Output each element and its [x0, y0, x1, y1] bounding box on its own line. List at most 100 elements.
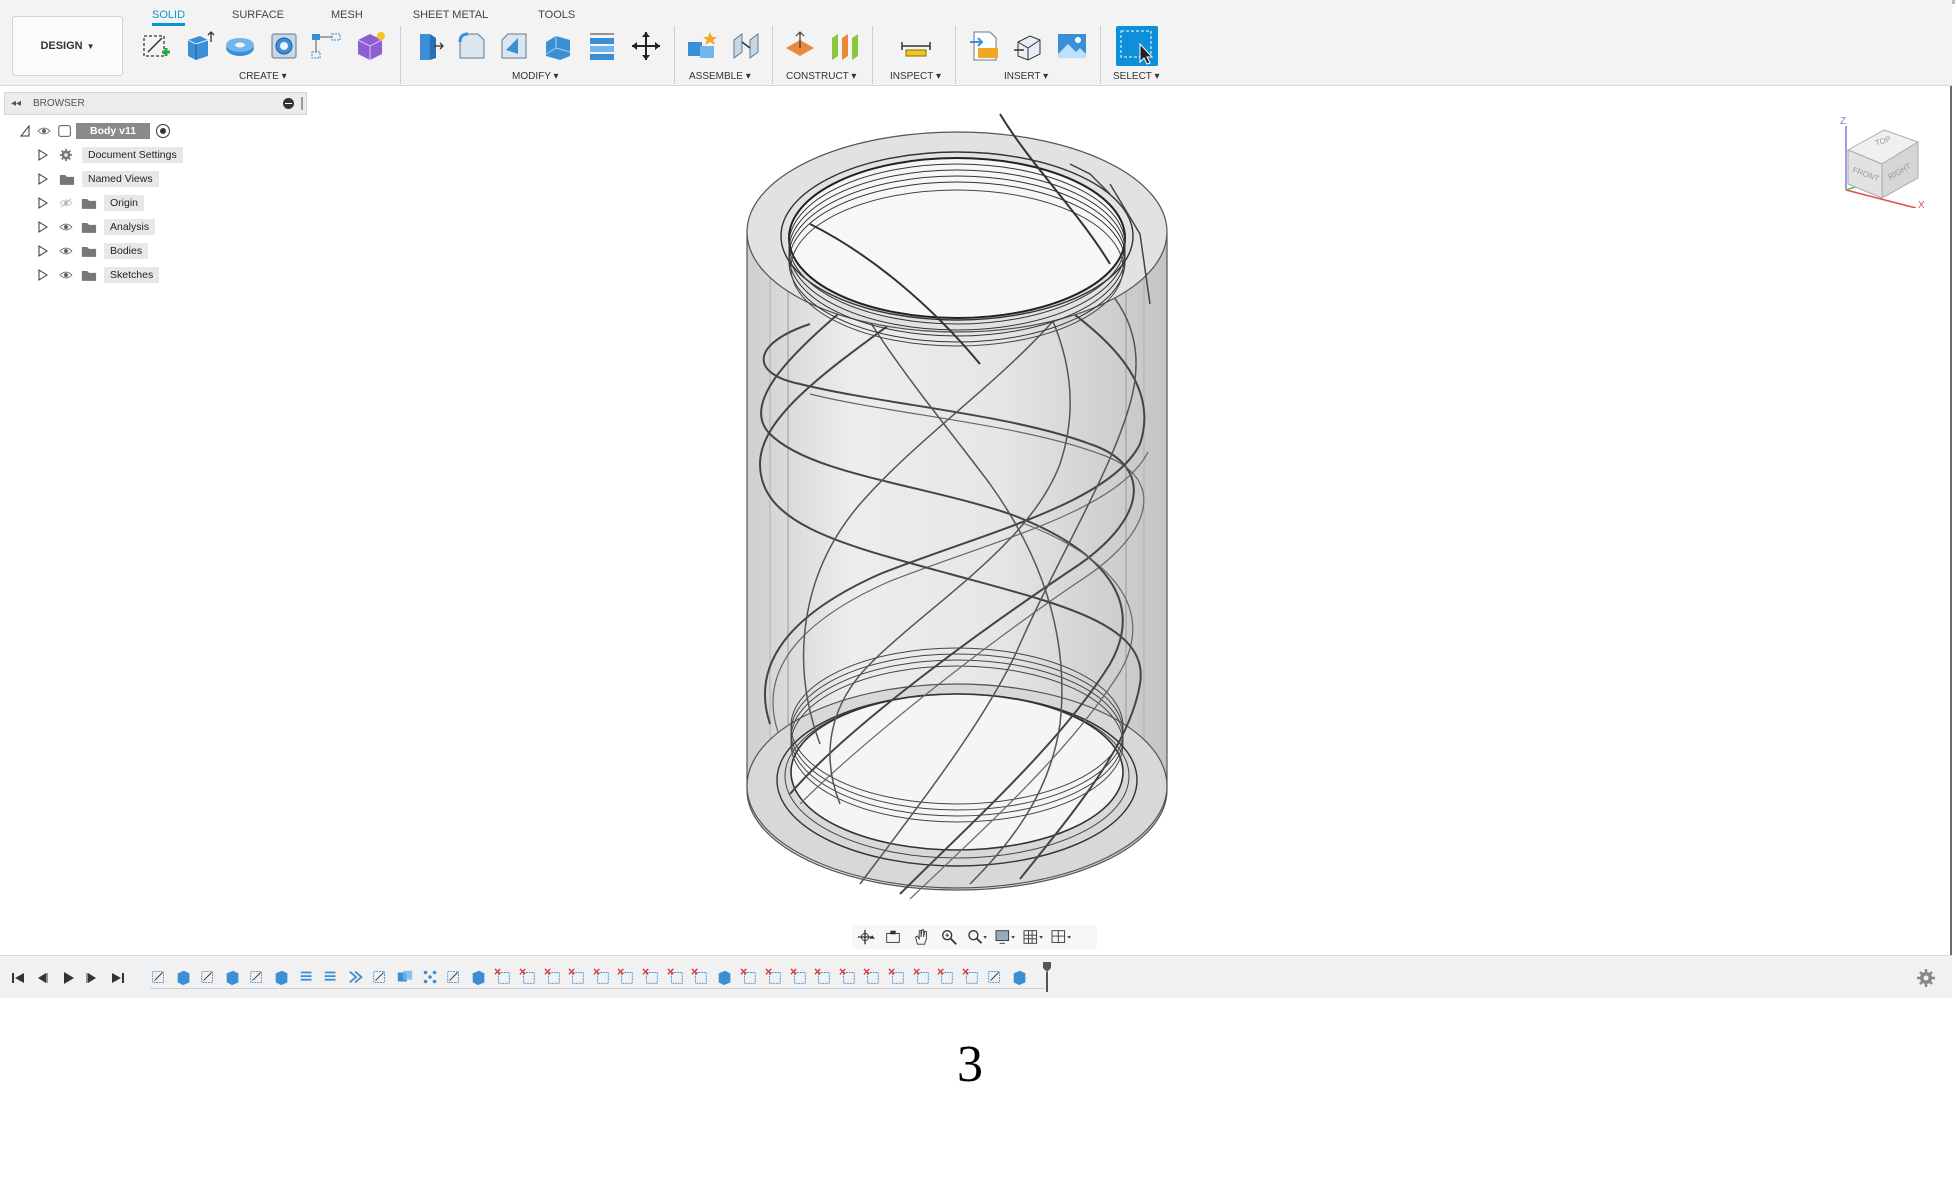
timeline-settings-gear-icon[interactable]: [1916, 968, 1936, 988]
timeline-feature-combine-icon[interactable]: [396, 968, 416, 988]
timeline-feature-sketchx-icon[interactable]: [593, 968, 613, 988]
timeline-track[interactable]: [150, 967, 1045, 989]
timeline-feature-coil-icon[interactable]: [298, 968, 318, 988]
workspace-switcher-button[interactable]: DESIGN ▼: [12, 16, 123, 76]
timeline-feature-sketchx-icon[interactable]: [863, 968, 883, 988]
timeline-feature-sketch-icon[interactable]: [248, 968, 268, 988]
joint-button[interactable]: [728, 28, 764, 64]
visibility-eye-icon[interactable]: [58, 268, 74, 282]
browser-item-bodies[interactable]: Bodies: [36, 242, 149, 260]
expand-triangle-icon[interactable]: [36, 244, 50, 258]
new-component-button[interactable]: [684, 28, 720, 64]
timeline-feature-sketchx-icon[interactable]: [839, 968, 859, 988]
select-button[interactable]: [1116, 26, 1158, 66]
canvas-button[interactable]: [1054, 28, 1090, 64]
step-forward-icon[interactable]: [84, 970, 100, 986]
timeline-feature-sketch-icon[interactable]: [150, 968, 170, 988]
timeline-feature-sketchx-icon[interactable]: [691, 968, 711, 988]
zoom-icon[interactable]: [936, 926, 962, 948]
create-sketch-button[interactable]: [138, 28, 174, 64]
timeline-feature-sketch-icon[interactable]: [986, 968, 1006, 988]
timeline-feature-sketch-icon[interactable]: [371, 968, 391, 988]
tab-tools[interactable]: TOOLS: [538, 6, 575, 26]
timeline-feature-sketchx-icon[interactable]: [888, 968, 908, 988]
pan-hand-icon[interactable]: [908, 926, 934, 948]
viewcube[interactable]: TOP FRONT RIGHT Z X: [1836, 108, 1936, 211]
tab-mesh[interactable]: MESH: [331, 6, 363, 26]
root-document-label[interactable]: Body v11: [76, 123, 151, 139]
expand-triangle-icon[interactable]: [36, 196, 50, 210]
timeline-feature-sketchx-icon[interactable]: [544, 968, 564, 988]
construct-menu[interactable]: CONSTRUCT ▾: [786, 71, 856, 82]
step-back-icon[interactable]: [34, 970, 50, 986]
shell-button[interactable]: [540, 28, 576, 64]
collapse-panel-icon[interactable]: ◂◂: [11, 98, 25, 109]
expand-triangle-icon[interactable]: [36, 220, 50, 234]
modify-menu[interactable]: MODIFY ▾: [512, 71, 559, 82]
timeline-feature-extrude-icon[interactable]: [1011, 968, 1031, 988]
tab-surface[interactable]: SURFACE: [232, 6, 284, 26]
offset-plane-button[interactable]: [782, 28, 818, 64]
timeline-feature-extrude-icon[interactable]: [470, 968, 490, 988]
timeline-feature-extrude-icon[interactable]: [175, 968, 195, 988]
timeline-feature-sketchx-icon[interactable]: [519, 968, 539, 988]
timeline-feature-extrude-icon[interactable]: [273, 968, 293, 988]
browser-root-item[interactable]: Body v11: [18, 122, 171, 140]
pattern-button[interactable]: [308, 28, 344, 64]
display-settings-icon[interactable]: [992, 926, 1018, 948]
browser-item-document-settings[interactable]: Document Settings: [36, 146, 183, 164]
timeline-feature-pattern-icon[interactable]: [421, 968, 441, 988]
timeline-marker-handle[interactable]: [1043, 962, 1051, 992]
timeline-feature-sketchx-icon[interactable]: [617, 968, 637, 988]
expand-triangle-icon[interactable]: [36, 148, 50, 162]
hole-button[interactable]: [266, 28, 302, 64]
chamfer-button[interactable]: [496, 28, 532, 64]
minimize-panel-button[interactable]: [283, 98, 294, 109]
orbit-icon[interactable]: [852, 926, 878, 948]
split-body-button[interactable]: [584, 28, 620, 64]
insert-mesh-button[interactable]: [1010, 28, 1046, 64]
collapse-triangle-icon[interactable]: [18, 124, 32, 138]
timeline-feature-sketchx-icon[interactable]: [642, 968, 662, 988]
timeline-feature-sketchx-icon[interactable]: [765, 968, 785, 988]
timeline-feature-move-icon[interactable]: [347, 968, 367, 988]
grid-settings-icon[interactable]: [1020, 926, 1046, 948]
browser-item-named-views[interactable]: Named Views: [36, 170, 159, 188]
move-copy-button[interactable]: [628, 28, 664, 64]
inspect-menu[interactable]: INSPECT ▾: [890, 71, 941, 82]
insert-menu[interactable]: INSERT ▾: [1004, 71, 1048, 82]
timeline-feature-sketchx-icon[interactable]: [937, 968, 957, 988]
extrude-button[interactable]: [180, 28, 216, 64]
timeline-feature-sketch-icon[interactable]: [445, 968, 465, 988]
viewports-icon[interactable]: [1048, 926, 1074, 948]
visibility-eye-icon[interactable]: [58, 244, 74, 258]
browser-item-analysis[interactable]: Analysis: [36, 218, 156, 236]
measure-button[interactable]: [898, 28, 934, 64]
expand-triangle-icon[interactable]: [36, 172, 50, 186]
revolve-button[interactable]: [222, 28, 258, 64]
create-menu[interactable]: CREATE ▾: [239, 71, 287, 82]
midplane-button[interactable]: [826, 28, 862, 64]
spiral-cylinder-model[interactable]: [730, 104, 1180, 914]
timeline-feature-sketchx-icon[interactable]: [962, 968, 982, 988]
browser-item-sketches[interactable]: Sketches: [36, 266, 160, 284]
press-pull-button[interactable]: [410, 28, 446, 64]
timeline-feature-sketchx-icon[interactable]: [667, 968, 687, 988]
visibility-hidden-eye-icon[interactable]: [58, 196, 74, 210]
select-menu[interactable]: SELECT ▾: [1113, 71, 1160, 82]
assemble-menu[interactable]: ASSEMBLE ▾: [689, 71, 751, 82]
tab-solid[interactable]: SOLID: [152, 6, 186, 26]
play-icon[interactable]: [60, 970, 76, 986]
timeline-feature-extrude-icon[interactable]: [224, 968, 244, 988]
timeline-feature-sketchx-icon[interactable]: [913, 968, 933, 988]
insert-svg-button[interactable]: [966, 28, 1002, 64]
visibility-eye-icon[interactable]: [58, 220, 74, 234]
timeline-feature-extrude-icon[interactable]: [716, 968, 736, 988]
panel-resize-handle[interactable]: [301, 97, 303, 110]
timeline-feature-sketchx-icon[interactable]: [568, 968, 588, 988]
timeline-feature-sketch-icon[interactable]: [199, 968, 219, 988]
activate-component-radio[interactable]: [156, 124, 171, 138]
timeline-feature-coil-icon[interactable]: [322, 968, 342, 988]
expand-triangle-icon[interactable]: [36, 268, 50, 282]
fillet-button[interactable]: [454, 28, 490, 64]
